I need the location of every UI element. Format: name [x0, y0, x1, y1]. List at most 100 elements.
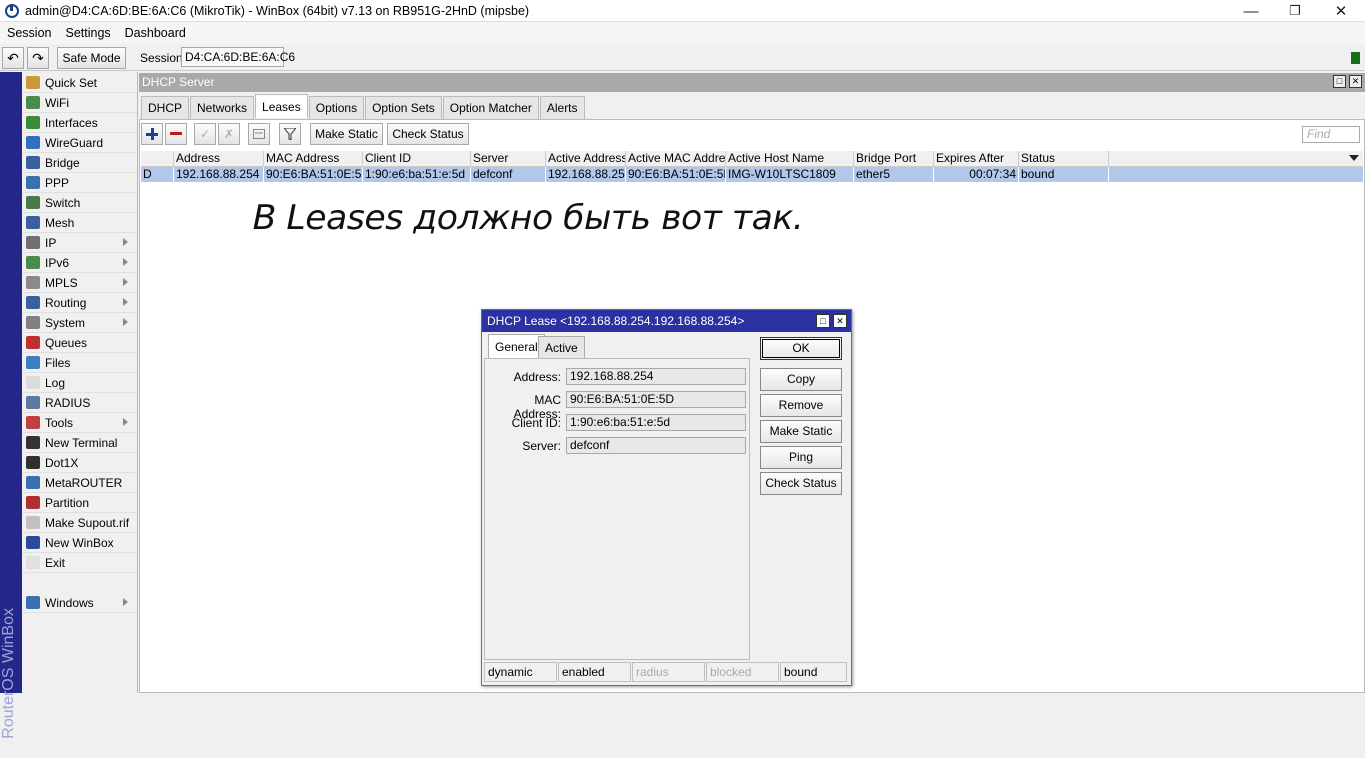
- column-header[interactable]: Active Host Name: [726, 151, 854, 167]
- panel-maximize-icon[interactable]: □: [1333, 75, 1346, 88]
- sidebar-item[interactable]: RADIUS: [22, 393, 137, 413]
- sidebar-item[interactable]: Make Supout.rif: [22, 513, 137, 533]
- sidebar-item[interactable]: IPv6: [22, 253, 137, 273]
- column-header[interactable]: [141, 151, 174, 167]
- table-row[interactable]: D 192.168.88.254 90:E6:BA:51:0E:5D 1:90:e6:…: [141, 167, 1363, 182]
- address-field[interactable]: 192.168.88.254: [566, 368, 746, 385]
- column-header[interactable]: Bridge Port: [854, 151, 934, 167]
- mac-address-field[interactable]: 90:E6:BA:51:0E:5D: [566, 391, 746, 408]
- sidebar-item[interactable]: PPP: [22, 173, 137, 193]
- sidebar-item[interactable]: Tools: [22, 413, 137, 433]
- panel-tabs: DHCP Networks Leases Options Option Sets Opti…: [141, 94, 586, 119]
- session-field[interactable]: D4:CA:6D:BE:6A:C6: [181, 47, 295, 67]
- sidebar-item[interactable]: MPLS: [22, 273, 137, 293]
- redo-button[interactable]: ↷: [27, 47, 49, 69]
- brand-label: RouterOS WinBox: [0, 608, 17, 739]
- menu-settings[interactable]: Settings: [58, 26, 117, 40]
- make-static-button[interactable]: Make Static: [310, 123, 383, 145]
- client-id-field[interactable]: 1:90:e6:ba:51:e:5d: [566, 414, 746, 431]
- sidebar-item[interactable]: Interfaces: [22, 113, 137, 133]
- tab-option-sets[interactable]: Option Sets: [365, 96, 442, 119]
- sidebar-item[interactable]: Log: [22, 373, 137, 393]
- sidebar-item-label: WiFi: [45, 95, 69, 110]
- tab-option-matcher[interactable]: Option Matcher: [442, 96, 539, 119]
- sidebar-item[interactable]: MetaROUTER: [22, 473, 137, 493]
- partition-icon: [26, 496, 40, 509]
- sidebar-item[interactable]: Switch: [22, 193, 137, 213]
- column-header[interactable]: Active Address: [546, 151, 626, 167]
- enable-icon[interactable]: ✓: [194, 123, 216, 145]
- maximize-button[interactable]: ❐: [1272, 0, 1318, 22]
- sidebar-item[interactable]: Mesh: [22, 213, 137, 233]
- add-icon[interactable]: [141, 123, 163, 145]
- sidebar-item[interactable]: WireGuard: [22, 133, 137, 153]
- dialog-maximize-icon[interactable]: □: [816, 314, 830, 328]
- column-header[interactable]: Expires After: [934, 151, 1019, 167]
- sidebar-item-label: Routing: [45, 295, 87, 310]
- sidebar-item-label: Interfaces: [45, 115, 98, 130]
- column-header[interactable]: Active MAC Addre...: [626, 151, 726, 167]
- submenu-arrow-icon: [123, 418, 128, 426]
- sidebar-item[interactable]: Quick Set: [22, 73, 137, 93]
- sidebar-item[interactable]: Windows: [22, 593, 137, 613]
- sidebar-item[interactable]: Exit: [22, 553, 137, 573]
- tab-active[interactable]: Active: [538, 336, 585, 359]
- sidebar-item[interactable]: Bridge: [22, 153, 137, 173]
- sidebar-item[interactable]: WiFi: [22, 93, 137, 113]
- copy-button[interactable]: Copy: [760, 368, 842, 391]
- dialog-check-status-button[interactable]: Check Status: [760, 472, 842, 495]
- table-cell: 90:E6:BA:51:0E:5D: [266, 167, 363, 182]
- sidebar-item[interactable]: New Terminal: [22, 433, 137, 453]
- table-cell: 192.168.88.254: [548, 167, 626, 182]
- column-header[interactable]: Address: [174, 151, 264, 167]
- column-header[interactable]: Status: [1019, 151, 1109, 167]
- tab-options[interactable]: Options: [308, 96, 365, 119]
- check-status-button[interactable]: Check Status: [387, 123, 469, 145]
- sidebar-brand-strip: RouterOS WinBox: [0, 72, 22, 739]
- undo-button[interactable]: ↶: [2, 47, 24, 69]
- bridge-icon: [26, 156, 40, 169]
- safe-mode-button[interactable]: Safe Mode: [57, 47, 126, 69]
- submenu-arrow-icon: [123, 598, 128, 606]
- sidebar-item[interactable]: New WinBox: [22, 533, 137, 553]
- ok-button[interactable]: OK: [760, 337, 842, 360]
- columns-dropdown-icon[interactable]: [1349, 155, 1359, 161]
- tab-alerts[interactable]: Alerts: [539, 96, 585, 119]
- session-label: Session:: [140, 51, 187, 65]
- log-icon: [26, 376, 40, 389]
- client-id-label: Client ID:: [511, 416, 561, 430]
- tab-dhcp[interactable]: DHCP: [141, 96, 190, 119]
- tab-general[interactable]: General: [488, 334, 545, 359]
- minimize-button[interactable]: —: [1228, 0, 1274, 22]
- panel-close-icon[interactable]: ✕: [1349, 75, 1362, 88]
- filter-icon[interactable]: [279, 123, 301, 145]
- sidebar-item[interactable]: Queues: [22, 333, 137, 353]
- sidebar-item[interactable]: Routing: [22, 293, 137, 313]
- dialog-close-icon[interactable]: ✕: [833, 314, 847, 328]
- menu-session[interactable]: Session: [0, 26, 58, 40]
- column-header[interactable]: Server: [471, 151, 546, 167]
- find-input[interactable]: Find: [1302, 126, 1360, 143]
- sidebar-item[interactable]: Partition: [22, 493, 137, 513]
- remove-icon[interactable]: [165, 123, 187, 145]
- column-header[interactable]: Client ID: [363, 151, 471, 167]
- sidebar-item[interactable]: Files: [22, 353, 137, 373]
- column-header[interactable]: MAC Address: [264, 151, 363, 167]
- disable-icon[interactable]: ✗: [218, 123, 240, 145]
- comment-icon[interactable]: [248, 123, 270, 145]
- server-field[interactable]: defconf: [566, 437, 746, 454]
- table-cell: defconf: [471, 167, 546, 182]
- ppp-icon: [26, 176, 40, 189]
- dialog-make-static-button[interactable]: Make Static: [760, 420, 842, 443]
- ping-button[interactable]: Ping: [760, 446, 842, 469]
- sidebar-item[interactable]: System: [22, 313, 137, 333]
- sidebar-item[interactable]: IP: [22, 233, 137, 253]
- sidebar-item[interactable]: Dot1X: [22, 453, 137, 473]
- tab-networks[interactable]: Networks: [190, 96, 255, 119]
- ip-icon: [26, 236, 40, 249]
- menu-dashboard[interactable]: Dashboard: [118, 26, 193, 40]
- sidebar-item-label: Exit: [45, 555, 66, 570]
- remove-button[interactable]: Remove: [760, 394, 842, 417]
- close-button[interactable]: ✕: [1318, 0, 1364, 22]
- tab-leases[interactable]: Leases: [255, 94, 308, 118]
